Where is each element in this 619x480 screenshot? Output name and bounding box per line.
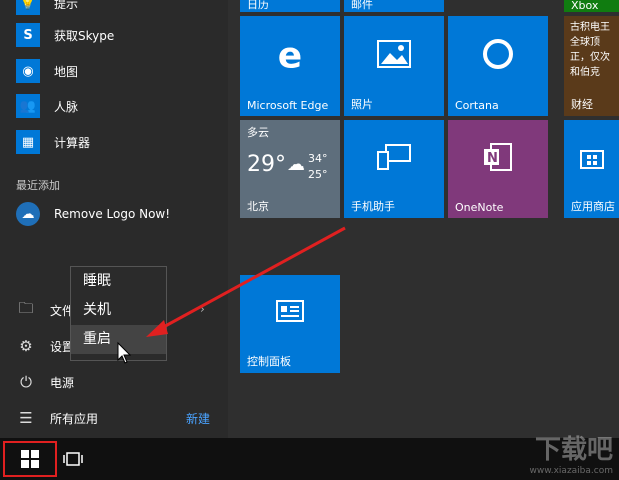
task-view-icon [63,452,83,466]
watermark: 下载吧 www.xiazaiba.com [529,435,613,476]
annotation-arrow [117,226,346,364]
taskbar [0,438,619,480]
windows-logo-icon [21,450,39,468]
start-button[interactable] [3,441,57,477]
task-view-button[interactable] [62,447,84,471]
mouse-cursor-icon [117,341,132,364]
